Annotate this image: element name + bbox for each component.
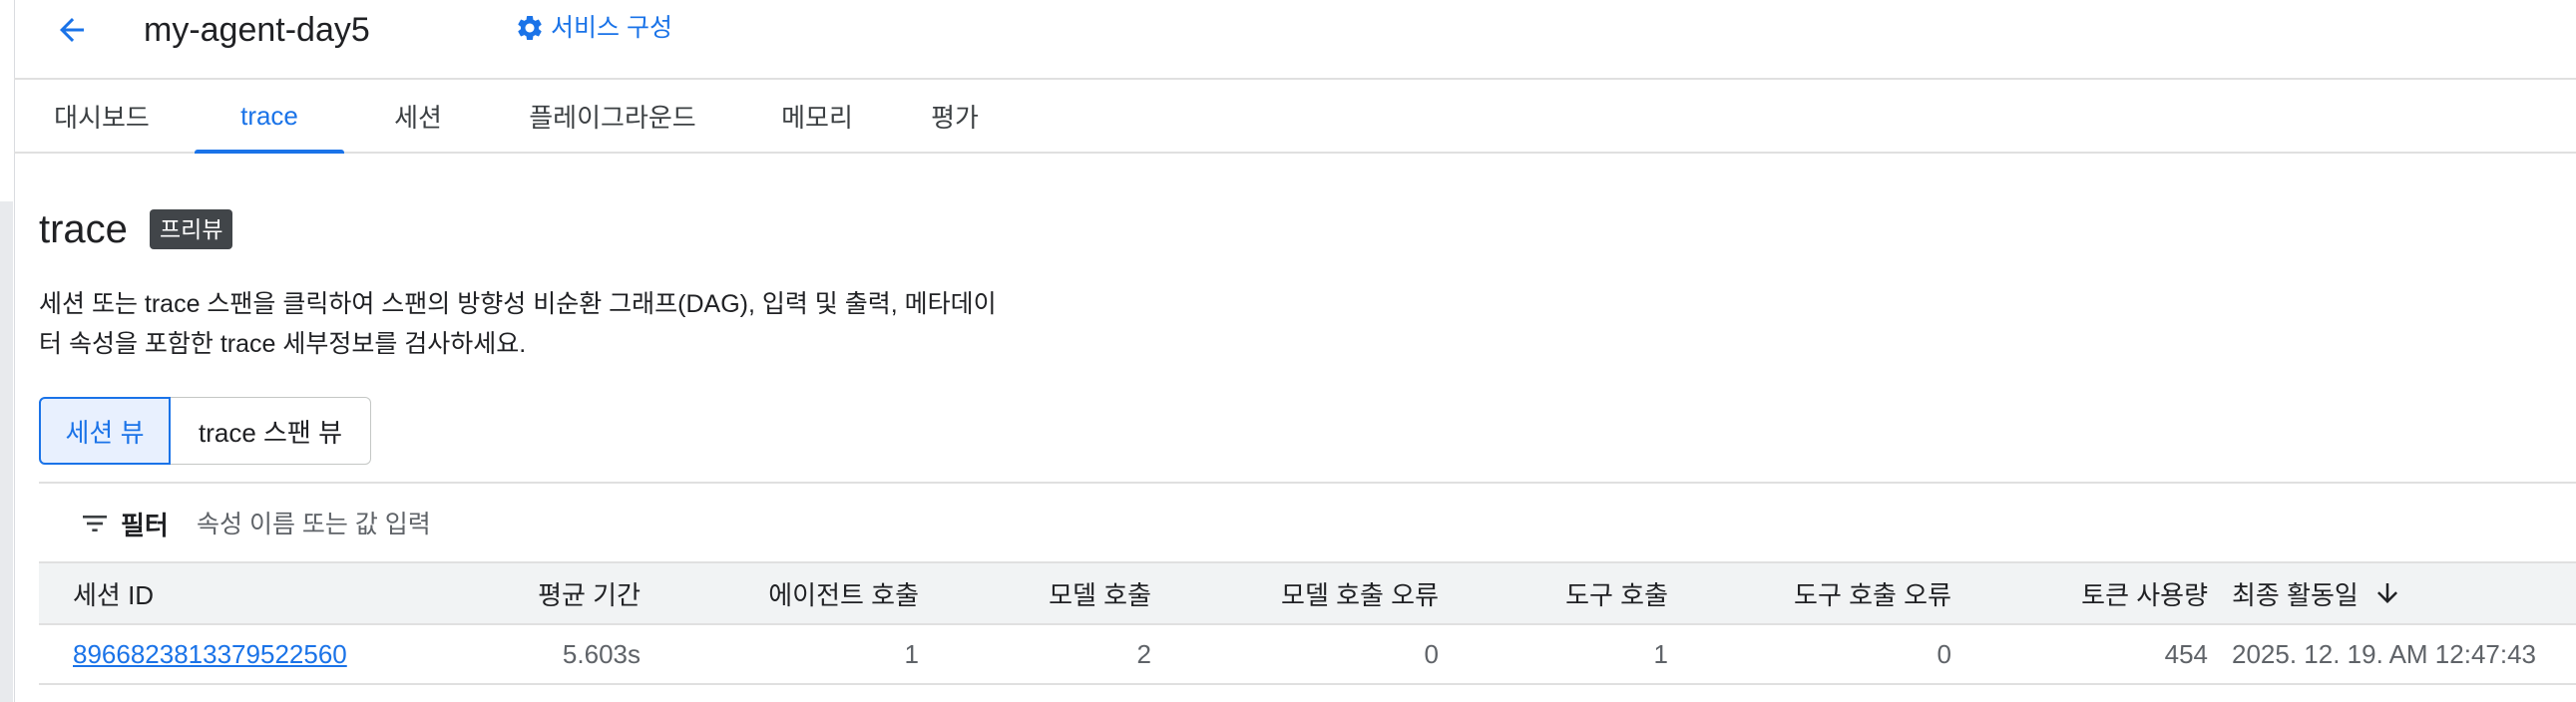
col-header-last-active[interactable]: 최종 활동일 <box>2232 563 2402 623</box>
span-view-button[interactable]: trace 스팬 뷰 <box>171 397 371 465</box>
tool-errors-cell: 0 <box>1936 638 1951 669</box>
filter-bar: 필터 <box>39 482 2576 563</box>
last-active-cell: 2025. 12. 19. AM 12:47:43 <box>2232 638 2537 669</box>
page-title: trace <box>39 207 128 251</box>
tab-dashboard[interactable]: 대시보드 <box>32 80 172 152</box>
col-header-session-id[interactable]: 세션 ID <box>73 563 154 623</box>
table-header-row: 세션 ID 평균 기간 에이전트 호출 모델 호출 모델 호출 오류 도구 호출… <box>39 561 2576 625</box>
description-line: 터 속성을 포함한 trace 세부정보를 검사하세요. <box>39 330 527 358</box>
tab-playground[interactable]: 플레이그라운드 <box>503 80 722 152</box>
session-view-button[interactable]: 세션 뷰 <box>39 397 171 465</box>
service-config-link[interactable]: 서비스 구성 <box>515 12 672 44</box>
filter-input[interactable] <box>195 502 797 547</box>
col-header-last-active-label: 최종 활동일 <box>2232 579 2359 610</box>
table-row[interactable]: 8966823813379522560 5.603s 1 2 0 1 0 454… <box>39 625 2576 685</box>
tab-label: 플레이그라운드 <box>529 102 696 133</box>
tab-bar: 대시보드 trace 세션 플레이그라운드 메모리 평가 <box>14 80 2576 154</box>
tab-evaluation[interactable]: 평가 <box>910 80 1000 152</box>
tab-label: 평가 <box>931 102 979 133</box>
tab-label: trace <box>240 100 298 131</box>
session-id-link[interactable]: 8966823813379522560 <box>73 639 347 670</box>
app-title: my-agent-day5 <box>144 11 370 49</box>
arrow-downward-icon <box>2372 578 2402 608</box>
tab-sessions[interactable]: 세션 <box>373 80 463 152</box>
model-errors-cell: 0 <box>1424 638 1439 669</box>
col-header-tool-errors[interactable]: 도구 호출 오류 <box>1705 563 1951 623</box>
page-description: 세션 또는 trace 스팬을 클릭하여 스팬의 방향성 비순환 그래프(DAG… <box>39 284 1067 364</box>
col-header-tool-calls[interactable]: 도구 호출 <box>1476 563 1668 623</box>
filter-button[interactable]: 필터 <box>79 484 169 563</box>
avg-duration-cell: 5.603s <box>562 638 641 669</box>
tool-calls-cell: 1 <box>1653 638 1668 669</box>
tab-memory[interactable]: 메모리 <box>757 80 877 152</box>
scrollbar-track[interactable] <box>0 201 13 702</box>
left-gutter <box>0 0 15 702</box>
col-header-avg-duration[interactable]: 평균 기간 <box>418 563 641 623</box>
session-id-cell: 8966823813379522560 <box>73 625 347 683</box>
token-usage-cell: 454 <box>2164 638 2208 669</box>
col-header-model-errors[interactable]: 모델 호출 오류 <box>1186 563 1439 623</box>
app-header: my-agent-day5 서비스 구성 <box>14 0 2576 80</box>
tab-trace[interactable]: trace <box>195 80 344 154</box>
service-config-label: 서비스 구성 <box>551 14 672 42</box>
tab-label: 대시보드 <box>54 102 150 133</box>
tab-label: 세션 <box>394 102 442 133</box>
agent-calls-cell: 1 <box>904 638 919 669</box>
tab-label: 메모리 <box>781 102 853 133</box>
col-header-token-usage[interactable]: 토큰 사용량 <box>1984 563 2208 623</box>
description-line: 세션 또는 trace 스팬을 클릭하여 스팬의 방향성 비순환 그래프(DAG… <box>39 290 997 318</box>
filter-label: 필터 <box>121 510 169 540</box>
arrow-back-icon <box>60 18 84 42</box>
col-header-model-calls[interactable]: 모델 호출 <box>957 563 1151 623</box>
active-tab-indicator <box>195 150 344 154</box>
back-button[interactable] <box>50 8 94 52</box>
col-header-agent-calls[interactable]: 에이전트 호출 <box>677 563 919 623</box>
preview-badge: 프리뷰 <box>150 209 233 249</box>
view-toggle: 세션 뷰 trace 스팬 뷰 <box>39 397 371 465</box>
filter-list-icon <box>83 516 107 531</box>
model-calls-cell: 2 <box>1136 638 1151 669</box>
gear-icon <box>518 15 542 41</box>
sessions-table: 세션 ID 평균 기간 에이전트 호출 모델 호출 모델 호출 오류 도구 호출… <box>39 561 2576 685</box>
